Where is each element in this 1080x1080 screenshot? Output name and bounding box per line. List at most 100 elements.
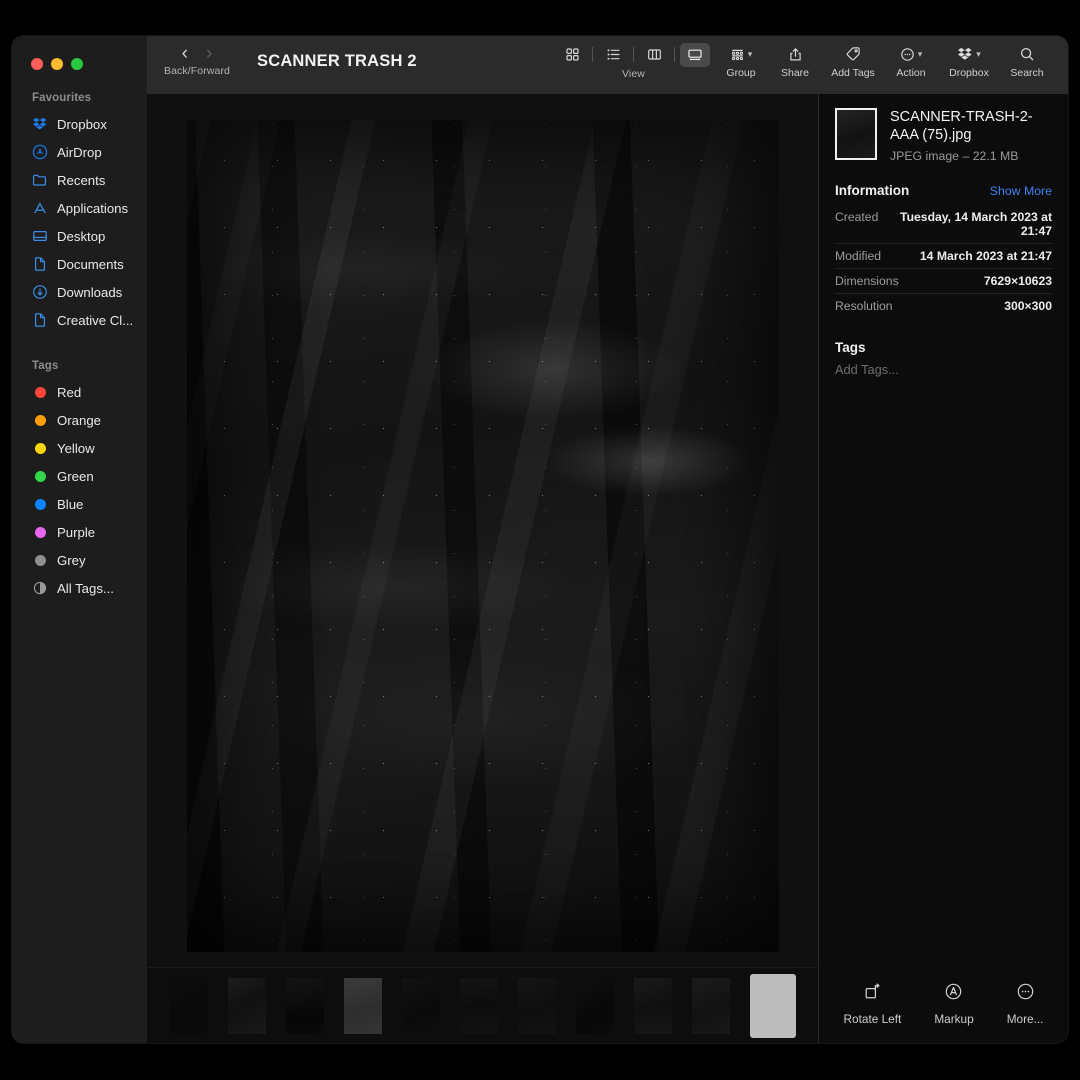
search-icon — [1019, 43, 1035, 65]
sidebar: Favourites Dropbox AirDrop — [12, 36, 147, 1043]
row-value: 7629×10623 — [984, 274, 1052, 288]
list-view-button[interactable] — [598, 43, 628, 67]
show-more-link[interactable]: Show More — [990, 184, 1052, 198]
applications-icon — [32, 200, 48, 216]
finder-window: Favourites Dropbox AirDrop — [12, 36, 1068, 1043]
content-area: SCANNER-TRASH-2-AAA (75).jpg JPEG image … — [147, 94, 1068, 1043]
action-button[interactable]: ▾ Action — [884, 36, 938, 79]
chevron-down-icon: ▾ — [976, 50, 981, 59]
filmstrip-thumbnail[interactable] — [170, 978, 208, 1034]
tag-dot-icon — [32, 440, 48, 456]
sidebar-tag-grey[interactable]: Grey — [12, 546, 147, 574]
sidebar-favourites-header: Favourites — [12, 92, 147, 110]
sidebar-tag-label: Purple — [57, 525, 95, 540]
sidebar-item-dropbox[interactable]: Dropbox — [12, 110, 147, 138]
sidebar-tag-red[interactable]: Red — [12, 378, 147, 406]
sidebar-tag-label: Yellow — [57, 441, 95, 456]
icon-view-button[interactable] — [557, 43, 587, 67]
filmstrip-thumbnail[interactable] — [518, 978, 556, 1034]
sidebar-item-creative-cloud[interactable]: Creative Cl... — [12, 306, 147, 334]
table-row: Resolution 300×300 — [835, 293, 1052, 318]
table-row: Dimensions 7629×10623 — [835, 268, 1052, 293]
filmstrip-thumbnail[interactable] — [576, 978, 614, 1034]
filmstrip-thumbnail[interactable] — [692, 978, 730, 1034]
gallery-view — [147, 94, 818, 1043]
add-tags-input[interactable]: Add Tags... — [835, 362, 1052, 377]
filmstrip-thumbnail[interactable] — [634, 978, 672, 1034]
filmstrip-thumbnail[interactable] — [460, 978, 498, 1034]
desktop-icon — [32, 228, 48, 244]
tags-title: Tags — [835, 340, 1052, 355]
information-table: Created Tuesday, 14 March 2023 at 21:47 … — [835, 205, 1052, 318]
action-circle-icon: ▾ — [900, 43, 923, 65]
tag-dot-icon — [32, 384, 48, 400]
filmstrip-thumbnail[interactable] — [228, 978, 266, 1034]
image-preview[interactable] — [187, 120, 779, 952]
row-key: Dimensions — [835, 274, 899, 288]
search-button[interactable]: Search — [1000, 36, 1054, 79]
chevron-down-icon: ▾ — [748, 50, 753, 59]
sidebar-tag-label: Green — [57, 469, 94, 484]
markup-button[interactable]: Markup — [934, 982, 973, 1026]
sidebar-item-label: Desktop — [57, 229, 105, 244]
filmstrip-thumbnail-selected[interactable] — [750, 974, 796, 1038]
window-controls — [12, 36, 147, 70]
rotate-left-button[interactable]: Rotate Left — [844, 982, 902, 1026]
maximize-button[interactable] — [71, 58, 83, 70]
file-meta: JPEG image – 22.1 MB — [890, 149, 1052, 163]
row-key: Created — [835, 210, 878, 224]
dropbox-icon: ▾ — [957, 43, 981, 65]
chevron-right-icon[interactable]: › — [206, 44, 212, 63]
add-tags-label: Add Tags — [831, 67, 875, 79]
sidebar-item-label: Recents — [57, 173, 105, 188]
toolbar-right: View ▾ Group — [553, 36, 1068, 80]
row-value: 14 March 2023 at 21:47 — [920, 249, 1052, 263]
filmstrip-thumbnail[interactable] — [286, 978, 324, 1034]
sidebar-tag-yellow[interactable]: Yellow — [12, 434, 147, 462]
more-label: More... — [1007, 1012, 1044, 1026]
sidebar-tag-green[interactable]: Green — [12, 462, 147, 490]
airdrop-icon — [32, 144, 48, 160]
column-view-button[interactable] — [639, 43, 669, 67]
search-label: Search — [1010, 67, 1043, 79]
tag-dot-icon — [32, 468, 48, 484]
sidebar-tag-label: All Tags... — [57, 581, 114, 596]
dropbox-button[interactable]: ▾ Dropbox — [938, 36, 1000, 79]
divider — [592, 47, 593, 62]
sidebar-all-tags[interactable]: All Tags... — [12, 574, 147, 602]
filmstrip-thumbnail[interactable] — [344, 978, 382, 1034]
close-button[interactable] — [31, 58, 43, 70]
more-circle-icon — [1016, 982, 1035, 1006]
chevron-left-icon[interactable]: ‹ — [182, 44, 188, 63]
sidebar-item-documents[interactable]: Documents — [12, 250, 147, 278]
group-button[interactable]: ▾ Group — [714, 36, 768, 79]
markup-label: Markup — [934, 1012, 973, 1026]
row-value: Tuesday, 14 March 2023 at 21:47 — [888, 210, 1052, 238]
info-actions-bar: Rotate Left Markup — [819, 969, 1068, 1043]
action-label: Action — [896, 67, 925, 79]
gallery-view-button[interactable] — [680, 43, 710, 67]
sidebar-tag-purple[interactable]: Purple — [12, 518, 147, 546]
share-button[interactable]: Share — [768, 36, 822, 79]
more-button[interactable]: More... — [1007, 982, 1044, 1026]
document-icon — [32, 312, 48, 328]
sidebar-item-downloads[interactable]: Downloads — [12, 278, 147, 306]
sidebar-tag-blue[interactable]: Blue — [12, 490, 147, 518]
all-tags-icon — [32, 580, 48, 596]
sidebar-item-recents[interactable]: Recents — [12, 166, 147, 194]
filmstrip[interactable] — [147, 967, 818, 1043]
sidebar-item-airdrop[interactable]: AirDrop — [12, 138, 147, 166]
sidebar-item-applications[interactable]: Applications — [12, 194, 147, 222]
file-name: SCANNER-TRASH-2-AAA (75).jpg — [890, 108, 1052, 144]
add-tags-button[interactable]: Add Tags — [822, 36, 884, 79]
sidebar-item-label: Downloads — [57, 285, 122, 300]
table-row: Modified 14 March 2023 at 21:47 — [835, 243, 1052, 268]
sidebar-item-desktop[interactable]: Desktop — [12, 222, 147, 250]
sidebar-item-label: Applications — [57, 201, 128, 216]
filmstrip-thumbnail[interactable] — [402, 978, 440, 1034]
tag-icon — [845, 43, 861, 65]
row-key: Modified — [835, 249, 881, 263]
minimize-button[interactable] — [51, 58, 63, 70]
sidebar-tag-orange[interactable]: Orange — [12, 406, 147, 434]
sidebar-tags-section: Tags Red Orange Yellow Green Blue — [12, 360, 147, 602]
